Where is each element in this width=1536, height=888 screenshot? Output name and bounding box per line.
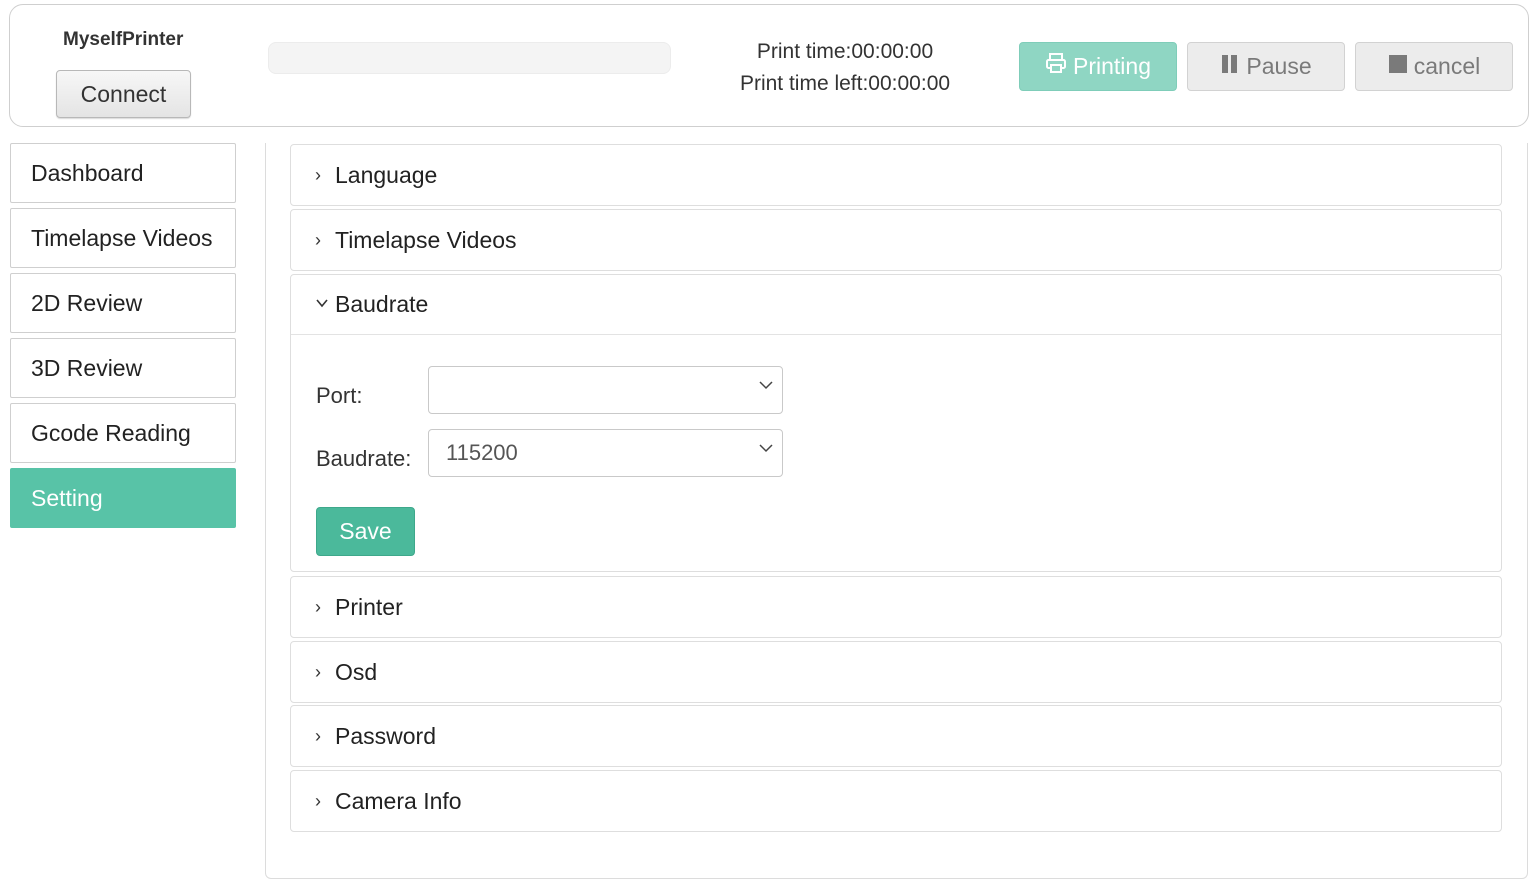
printer-icon bbox=[1045, 43, 1067, 90]
stop-icon bbox=[1388, 43, 1408, 90]
accordion-label: Printer bbox=[335, 593, 403, 620]
accordion-label: Baudrate bbox=[335, 291, 429, 317]
sidebar-item-gcode-reading[interactable]: Gcode Reading bbox=[10, 403, 236, 463]
accordion-camera-info: › Camera Info bbox=[290, 770, 1502, 832]
accordion-language: › Language bbox=[290, 144, 1502, 206]
app-title: MyselfPrinter bbox=[63, 29, 184, 50]
accordion-baudrate: Baudrate Port: Baudrate: 115200 Save bbox=[290, 274, 1502, 572]
port-select[interactable] bbox=[428, 366, 783, 414]
printing-button[interactable]: Printing bbox=[1019, 42, 1177, 91]
save-button[interactable]: Save bbox=[316, 507, 415, 556]
chevron-right-icon: › bbox=[315, 790, 321, 811]
chevron-right-icon: › bbox=[315, 229, 321, 250]
printing-label: Printing bbox=[1073, 53, 1151, 79]
chevron-right-icon: › bbox=[315, 661, 321, 682]
print-time-left-label: Print time left:00:00:00 bbox=[739, 72, 951, 95]
chevron-down-icon bbox=[759, 381, 773, 390]
accordion-label: Osd bbox=[335, 658, 378, 685]
chevron-right-icon: › bbox=[315, 164, 321, 185]
accordion-label: Password bbox=[335, 722, 436, 749]
accordion-header-camera-info[interactable]: › Camera Info bbox=[291, 771, 1501, 831]
accordion-label: Camera Info bbox=[335, 787, 462, 814]
sidebar-item-3d-review[interactable]: 3D Review bbox=[10, 338, 236, 398]
accordion-label: Timelapse Videos bbox=[335, 226, 517, 253]
sidebar-nav: Dashboard Timelapse Videos 2D Review 3D … bbox=[10, 143, 236, 533]
accordion-header-timelapse-videos[interactable]: › Timelapse Videos bbox=[291, 210, 1501, 270]
connect-button[interactable]: Connect bbox=[56, 70, 191, 118]
sidebar-item-dashboard[interactable]: Dashboard bbox=[10, 143, 236, 203]
baudrate-form: Port: Baudrate: 115200 Save bbox=[291, 335, 1501, 571]
sidebar-item-timelapse-videos[interactable]: Timelapse Videos bbox=[10, 208, 236, 268]
accordion-header-printer[interactable]: › Printer bbox=[291, 577, 1501, 637]
chevron-down-icon bbox=[759, 444, 773, 453]
cancel-button[interactable]: cancel bbox=[1355, 42, 1513, 91]
accordion-header-password[interactable]: › Password bbox=[291, 706, 1501, 766]
print-progress-bar bbox=[268, 42, 671, 74]
sidebar-item-setting[interactable]: Setting bbox=[10, 468, 236, 528]
cancel-label: cancel bbox=[1413, 53, 1481, 79]
baudrate-select[interactable]: 115200 bbox=[428, 429, 783, 477]
print-time-label: Print time:00:00:00 bbox=[756, 40, 934, 63]
print-times: Print time:00:00:00 Print time left:00:0… bbox=[720, 36, 970, 100]
chevron-right-icon: › bbox=[315, 725, 321, 746]
accordion-password: › Password bbox=[290, 705, 1502, 767]
sidebar-item-2d-review[interactable]: 2D Review bbox=[10, 273, 236, 333]
pause-icon bbox=[1220, 43, 1240, 90]
accordion-timelapse-videos: › Timelapse Videos bbox=[290, 209, 1502, 271]
top-bar: MyselfPrinter Connect Print time:00:00:0… bbox=[9, 4, 1529, 127]
accordion-header-osd[interactable]: › Osd bbox=[291, 642, 1501, 702]
port-label: Port: bbox=[316, 383, 363, 408]
accordion-header-baudrate[interactable]: Baudrate bbox=[291, 275, 1501, 335]
pause-label: Pause bbox=[1246, 53, 1312, 79]
accordion-printer: › Printer bbox=[290, 576, 1502, 638]
chevron-right-icon: › bbox=[315, 596, 321, 617]
accordion-header-language[interactable]: › Language bbox=[291, 145, 1501, 205]
accordion-label: Language bbox=[335, 161, 438, 188]
baudrate-select-value: 115200 bbox=[446, 440, 518, 465]
chevron-down-icon bbox=[315, 294, 328, 315]
pause-button[interactable]: Pause bbox=[1187, 42, 1345, 91]
accordion-osd: › Osd bbox=[290, 641, 1502, 703]
baudrate-label: Baudrate: bbox=[316, 446, 412, 471]
